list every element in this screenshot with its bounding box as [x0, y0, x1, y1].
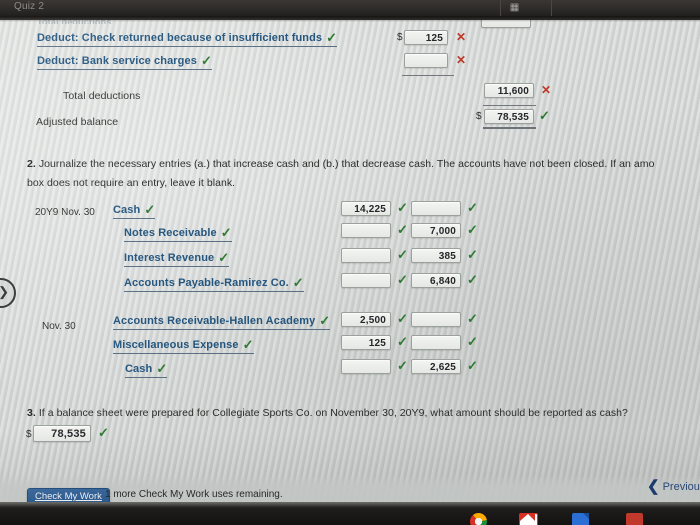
entry-1-line-1-credit[interactable] [411, 201, 461, 216]
check-icon: ✓ [397, 222, 408, 237]
check-icon: ✓ [397, 334, 408, 349]
adjusted-balance-label: Adjusted balance [36, 116, 119, 128]
check-icon: ✓ [156, 361, 168, 376]
check-icon: ✓ [220, 225, 232, 240]
chrome-shadow [0, 16, 700, 22]
entry-2-date: Nov. 30 [42, 321, 76, 332]
check-icon: ✓ [467, 272, 478, 287]
browser-chrome-bar: Quiz 2 ▦ [0, 0, 700, 16]
chevron-right-circle-icon[interactable]: ❯ [0, 278, 16, 308]
check-icon: ✓ [397, 311, 408, 326]
total-rule [483, 105, 536, 106]
entry-1-line-4-debit[interactable] [341, 273, 391, 288]
question-2-number: 2. [27, 158, 36, 170]
check-icon: ✓ [397, 200, 408, 215]
entry-2-line-1-debit[interactable]: 2,500 [341, 312, 391, 327]
calculator-icon[interactable]: ▦ [509, 2, 520, 14]
question-3-answer-input[interactable]: 78,535 [33, 425, 91, 442]
nsf-amount-input[interactable]: 125 [404, 30, 448, 45]
check-icon: ✓ [319, 313, 331, 328]
entry-2-line-3-account[interactable]: Cash ✓ [125, 360, 168, 378]
x-icon: ✕ [541, 83, 552, 97]
bank-service-charges-input[interactable] [404, 53, 448, 68]
check-icon: ✓ [467, 334, 478, 349]
gmail-icon[interactable] [519, 513, 538, 525]
check-icon: ✓ [397, 247, 408, 262]
entry-1-line-2-debit[interactable] [341, 223, 391, 238]
entry-1-date: 20Y9 Nov. 30 [35, 207, 95, 218]
browser-tab-title[interactable]: Quiz 2 [14, 0, 44, 13]
entry-1-line-2-account[interactable]: Notes Receivable ✓ [124, 224, 232, 242]
question-3-number: 3. [27, 407, 36, 419]
check-icon: ✓ [326, 30, 338, 45]
entry-1-line-3-account[interactable]: Interest Revenue ✓ [124, 249, 230, 267]
entry-2-line-2-credit[interactable] [411, 335, 461, 350]
entry-1-line-2-credit[interactable]: 7,000 [411, 223, 461, 238]
total-deductions-input[interactable]: 11,600 [484, 83, 534, 98]
check-icon: ✓ [397, 358, 408, 373]
taskbar-sheen [0, 502, 700, 507]
check-icon: ✓ [292, 275, 304, 290]
x-icon: ✕ [456, 30, 467, 44]
entry-1-line-3-debit[interactable] [341, 248, 391, 263]
check-icon: ✓ [200, 53, 212, 68]
check-icon: ✓ [467, 222, 478, 237]
check-icon: ✓ [467, 247, 478, 262]
dollar-sign: $ [476, 111, 482, 122]
chevron-left-icon: ❮ [647, 478, 660, 495]
check-icon: ✓ [144, 202, 156, 217]
check-icon: ✓ [467, 358, 478, 373]
adjusted-balance-input[interactable]: 78,535 [484, 109, 534, 124]
deduct-nsf-check-label[interactable]: Deduct: Check returned because of insuff… [37, 29, 338, 47]
chrome-icon[interactable] [470, 513, 487, 525]
dollar-sign: $ [397, 32, 403, 43]
check-icon: ✓ [467, 311, 478, 326]
x-icon: ✕ [456, 53, 467, 67]
previous-button[interactable]: ❮Previous [647, 477, 700, 495]
check-my-work-uses-note: 1 more Check My Work uses remaining. [105, 489, 283, 500]
question-3-text: 3. If a balance sheet were prepared for … [27, 407, 628, 419]
subtotal-rule [402, 75, 454, 76]
question-2-line-1: 2. Journalize the necessary entries (a.)… [27, 158, 655, 170]
google-docs-icon[interactable] [572, 513, 589, 525]
entry-2-line-2-debit[interactable]: 125 [341, 335, 391, 350]
entry-1-line-3-credit[interactable]: 385 [411, 248, 461, 263]
check-icon: ✓ [218, 250, 230, 265]
screenshot-root: Quiz 2 ▦ Total deductions Deduct: Check … [0, 0, 700, 525]
entry-2-line-3-debit[interactable] [341, 359, 391, 374]
entry-2-line-3-credit[interactable]: 2,625 [411, 359, 461, 374]
dollar-sign: $ [26, 429, 32, 440]
entry-1-line-4-account[interactable]: Accounts Payable-Ramirez Co. ✓ [124, 274, 304, 292]
check-icon: ✓ [397, 272, 408, 287]
entry-1-line-1-debit[interactable]: 14,225 [341, 201, 391, 216]
double-rule [483, 127, 536, 129]
check-icon: ✓ [539, 108, 550, 123]
deduct-bank-service-charges-label[interactable]: Deduct: Bank service charges ✓ [37, 52, 212, 70]
entry-2-line-2-account[interactable]: Miscellaneous Expense ✓ [113, 336, 254, 354]
check-icon: ✓ [467, 200, 478, 215]
red-app-icon[interactable] [626, 513, 643, 525]
total-deductions-label: Total deductions [63, 90, 141, 102]
entry-1-line-4-credit[interactable]: 6,840 [411, 273, 461, 288]
quiz-page: Total deductions Deduct: Check returned … [0, 20, 700, 502]
question-2-line-2: box does not require an entry, leave it … [27, 177, 236, 189]
check-icon: ✓ [242, 337, 254, 352]
entry-1-line-1-account[interactable]: Cash ✓ [113, 201, 156, 219]
check-icon: ✓ [98, 425, 109, 440]
entry-2-line-1-credit[interactable] [411, 312, 461, 327]
entry-2-line-1-account[interactable]: Accounts Receivable-Hallen Academy ✓ [113, 312, 331, 330]
